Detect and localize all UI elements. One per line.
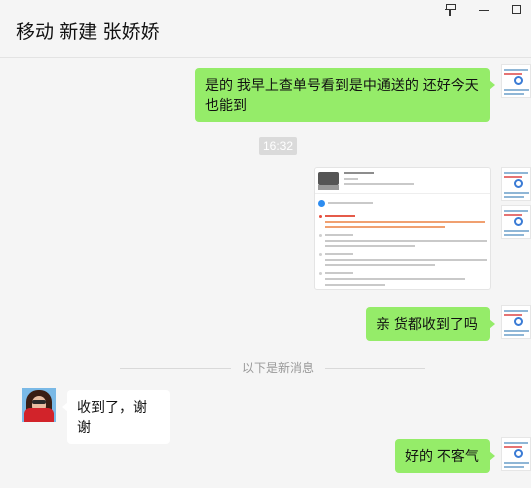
contact-avatar[interactable] (22, 388, 56, 422)
my-avatar[interactable] (501, 305, 531, 339)
my-message-bubble[interactable]: 好的 不客气 (395, 439, 495, 473)
title-bar: 移动 新建 张娇娇 (0, 0, 531, 58)
chat-title: 移动 新建 张娇娇 (16, 22, 160, 43)
divider-line-left (120, 368, 231, 369)
my-message-bubble[interactable]: 亲 货都收到了吗 (366, 307, 495, 341)
my-avatar[interactable] (501, 64, 531, 98)
pin-icon[interactable] (441, 2, 459, 18)
product-thumbnail (318, 172, 339, 185)
new-messages-divider: 以下是新消息 (241, 361, 314, 375)
message-text: 是的 我早上查单号看到是中通送的 还好今天也能到 (205, 77, 479, 113)
my-avatar[interactable] (501, 205, 531, 239)
message-text: 好的 不客气 (405, 448, 479, 464)
message-text: 亲 货都收到了吗 (376, 316, 478, 332)
screenshot-image-message[interactable] (314, 167, 491, 290)
product-header (315, 168, 490, 194)
my-avatar[interactable] (501, 437, 531, 471)
express-logo-icon (318, 200, 325, 207)
my-message-bubble[interactable]: 是的 我早上查单号看到是中通送的 还好今天也能到 (195, 68, 495, 122)
chat-area[interactable]: 是的 我早上查单号看到是中通送的 还好今天也能到 16:32 亲 货都收到了吗 … (0, 59, 531, 488)
message-text: 收到了，谢谢 (77, 399, 147, 435)
contact-message-bubble[interactable]: 收到了，谢谢 (62, 390, 170, 444)
my-avatar[interactable] (501, 167, 531, 201)
minimize-icon[interactable] (475, 2, 493, 18)
divider-line-right (325, 368, 425, 369)
maximize-icon[interactable] (507, 2, 525, 18)
timestamp: 16:32 (259, 137, 297, 155)
